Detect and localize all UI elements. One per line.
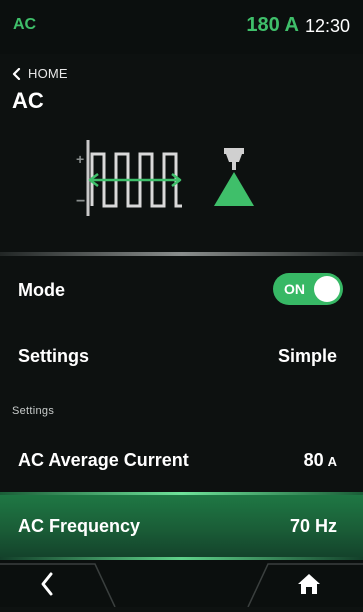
- ac-average-current-value: 80 A: [304, 450, 337, 471]
- home-icon: [298, 574, 320, 594]
- mode-row: Mode ON: [0, 262, 363, 318]
- page-title: AC: [12, 88, 44, 113]
- settings-row[interactable]: Settings Simple: [0, 330, 363, 380]
- status-current: 180 A: [246, 14, 299, 36]
- chevron-left-icon: [41, 572, 53, 596]
- status-mode: AC: [13, 16, 37, 33]
- ac-square-wave-icon: + −: [70, 138, 190, 218]
- settings-value: Simple: [277, 346, 337, 366]
- ac-average-current-number: 80: [303, 450, 324, 470]
- settings-label: Settings: [18, 346, 90, 366]
- breadcrumb-label: HOME: [28, 66, 68, 81]
- toggle-state-text: ON: [284, 281, 305, 297]
- section-divider: [0, 252, 363, 256]
- ac-frequency-label: AC Frequency: [18, 516, 141, 536]
- section-header: Settings: [12, 405, 55, 417]
- plus-sign: +: [76, 151, 84, 167]
- home-breadcrumb-link[interactable]: HOME: [12, 66, 68, 81]
- ac-frequency-row[interactable]: AC Frequency 70 Hz: [0, 492, 363, 560]
- ac-average-current-label: AC Average Current: [18, 450, 189, 470]
- toggle-knob: [314, 276, 340, 302]
- tig-torch-icon: [208, 146, 260, 212]
- mode-label: Mode: [18, 280, 65, 300]
- chevron-left-icon: [12, 67, 21, 80]
- ac-frequency-value: 70 Hz: [289, 516, 337, 536]
- back-button[interactable]: [0, 560, 110, 607]
- minus-sign: −: [76, 193, 85, 210]
- mode-toggle[interactable]: ON: [273, 273, 343, 305]
- screen: AC 180 A 12:30 HOME AC + − Mode ON Setti…: [0, 0, 363, 607]
- home-button[interactable]: [253, 560, 363, 607]
- ac-average-current-unit: A: [327, 454, 337, 469]
- ac-average-current-row[interactable]: AC Average Current 80 A: [0, 436, 363, 488]
- status-time: 12:30: [304, 16, 350, 36]
- status-bar: AC 180 A 12:30: [0, 0, 363, 54]
- bottom-nav: [0, 560, 363, 607]
